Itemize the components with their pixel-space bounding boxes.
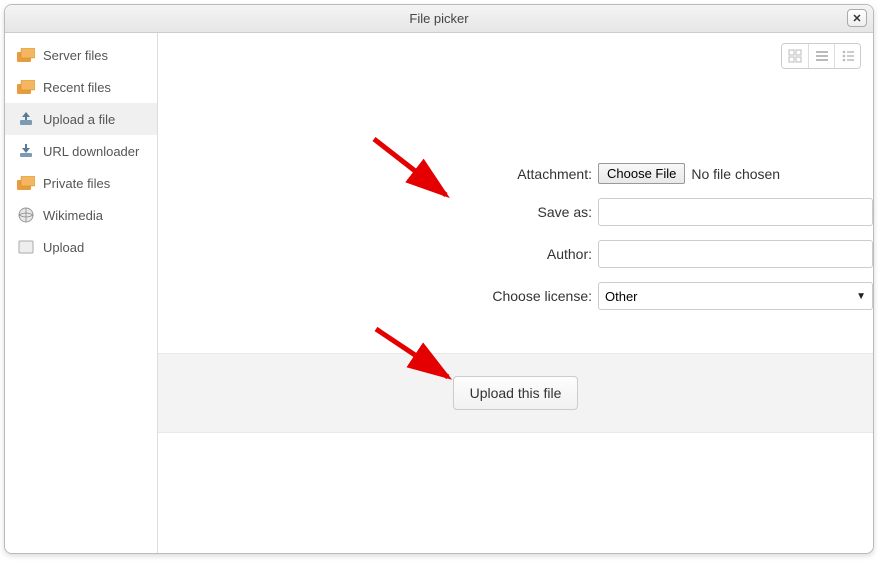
upload-this-file-button[interactable]: Upload this file — [453, 376, 579, 410]
dialog-body: Server files Recent files Upload a file … — [5, 33, 873, 553]
sidebar-item-upload-file[interactable]: Upload a file — [5, 103, 157, 135]
main-panel: Attachment: Choose File No file chosen S… — [158, 33, 873, 553]
view-list-button[interactable] — [808, 44, 834, 68]
sidebar-item-url-downloader[interactable]: URL downloader — [5, 135, 157, 167]
save-as-input[interactable] — [598, 198, 873, 226]
sidebar-item-label: Private files — [43, 176, 110, 191]
list-icon — [815, 49, 829, 63]
sidebar: Server files Recent files Upload a file … — [5, 33, 158, 553]
dialog-title: File picker — [409, 11, 468, 26]
files-icon — [17, 47, 35, 63]
close-icon: ✕ — [852, 12, 861, 25]
license-label: Choose license: — [158, 288, 598, 304]
sidebar-item-server-files[interactable]: Server files — [5, 39, 157, 71]
grid-icon — [788, 49, 802, 63]
save-as-label: Save as: — [158, 204, 598, 220]
license-row: Choose license: Other ▼ — [158, 282, 873, 310]
sidebar-item-private-files[interactable]: Private files — [5, 167, 157, 199]
attachment-label: Attachment: — [158, 166, 598, 182]
globe-icon — [17, 207, 35, 223]
spacer — [158, 433, 873, 553]
author-label: Author: — [158, 246, 598, 262]
chevron-down-icon: ▼ — [856, 291, 866, 302]
attachment-row: Attachment: Choose File No file chosen — [158, 163, 873, 184]
sidebar-item-label: Recent files — [43, 80, 111, 95]
choose-file-button[interactable]: Choose File — [598, 163, 685, 184]
sidebar-item-label: Upload a file — [43, 112, 115, 127]
sidebar-item-wikimedia[interactable]: Wikimedia — [5, 199, 157, 231]
view-icons-button[interactable] — [782, 44, 808, 68]
sidebar-item-upload[interactable]: Upload — [5, 231, 157, 263]
files-icon — [17, 175, 35, 191]
sidebar-item-label: Upload — [43, 240, 84, 255]
no-file-text: No file chosen — [691, 166, 780, 182]
box-icon — [17, 239, 35, 255]
download-icon — [17, 143, 35, 159]
sidebar-item-label: URL downloader — [43, 144, 139, 159]
author-input[interactable] — [598, 240, 873, 268]
license-value: Other — [605, 289, 638, 304]
save-as-row: Save as: — [158, 198, 873, 226]
author-row: Author: — [158, 240, 873, 268]
file-picker-dialog: File picker ✕ Server files Recent files — [4, 4, 874, 554]
files-icon — [17, 79, 35, 95]
upload-icon — [17, 111, 35, 127]
upload-form: Attachment: Choose File No file chosen S… — [158, 33, 873, 353]
sidebar-item-recent-files[interactable]: Recent files — [5, 71, 157, 103]
view-details-button[interactable] — [834, 44, 860, 68]
details-icon — [841, 49, 855, 63]
sidebar-item-label: Server files — [43, 48, 108, 63]
view-toggle — [781, 43, 861, 69]
sidebar-item-label: Wikimedia — [43, 208, 103, 223]
close-button[interactable]: ✕ — [847, 9, 867, 27]
submit-bar: Upload this file — [158, 353, 873, 433]
license-select[interactable]: Other ▼ — [598, 282, 873, 310]
titlebar: File picker ✕ — [5, 5, 873, 33]
